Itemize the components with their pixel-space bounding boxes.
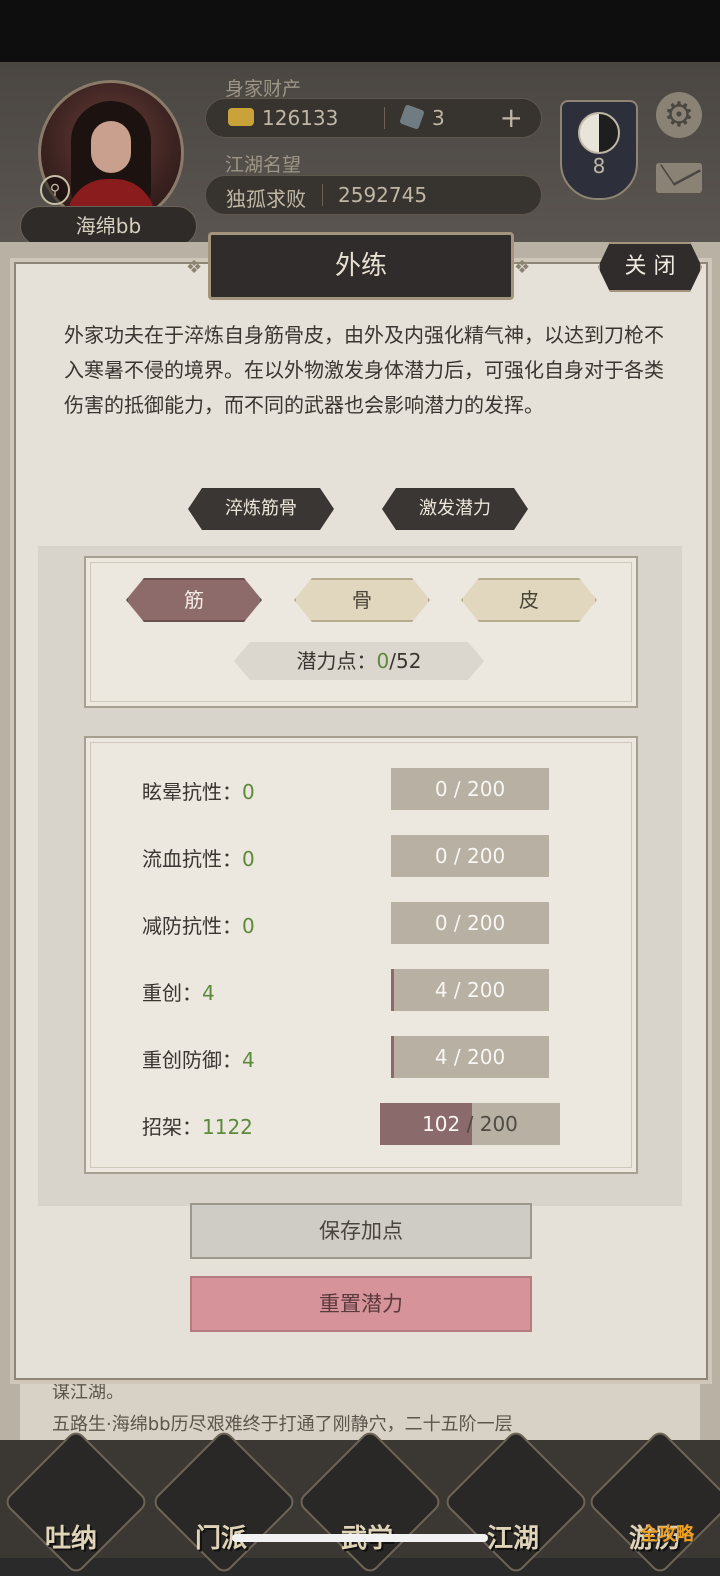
stat-label: 招架：1122: [142, 1111, 253, 1140]
stat-progress-bar: 0 / 200: [391, 768, 549, 810]
stat-label: 眩晕抗性：0: [142, 776, 255, 805]
divider: [384, 107, 385, 129]
stat-name: 重创：: [142, 981, 202, 1005]
stat-name: 招架：: [142, 1115, 202, 1139]
wealth-label: 身家财产: [225, 78, 302, 100]
stat-value: 0: [242, 780, 255, 804]
stat-current: 0: [434, 911, 448, 935]
stat-progress-text: 0 / 200: [435, 911, 505, 935]
add-currency-icon[interactable]: +: [500, 101, 523, 134]
gold-amount: 126133: [262, 106, 339, 130]
stat-max: / 200: [447, 1045, 506, 1069]
stat-progress-text: 4 / 200: [435, 1045, 505, 1069]
reset-potential-button[interactable]: 重置潜力: [190, 1276, 532, 1332]
stat-name: 流血抗性：: [142, 847, 242, 871]
segment-tab-jin[interactable]: 筋: [126, 578, 262, 622]
stat-value: 1122: [202, 1115, 253, 1139]
status-bar: [0, 0, 720, 62]
points-label: 潜力点：: [296, 649, 377, 673]
tab-potential[interactable]: 激发潜力: [382, 488, 528, 530]
watermark-logo: 全攻略: [640, 1524, 694, 1545]
stat-label: 重创：4: [142, 977, 215, 1006]
taiji-badge[interactable]: 8: [560, 100, 638, 200]
avatar-face: [91, 121, 131, 173]
stat-max: / 200: [447, 911, 506, 935]
stat-value: 0: [242, 914, 255, 938]
save-points-button[interactable]: 保存加点: [190, 1203, 532, 1259]
stat-current: 0: [434, 777, 448, 801]
stat-progress-bar: 4 / 200: [391, 1036, 549, 1078]
stat-value: 0: [242, 847, 255, 871]
stat-progress-text: 102 / 200: [422, 1112, 518, 1136]
stat-progress-bar: 0 / 200: [391, 835, 549, 877]
points-max: /52: [389, 649, 422, 673]
stat-value: 4: [202, 981, 215, 1005]
stat-value: 4: [242, 1048, 255, 1072]
stat-label: 流血抗性：0: [142, 843, 255, 872]
taiji-icon: [578, 112, 620, 154]
segment-tab-pi[interactable]: 皮: [461, 578, 597, 622]
gear-icon[interactable]: ⚙: [656, 92, 702, 138]
stat-label: 重创防御：4: [142, 1044, 255, 1073]
stat-current: 102: [422, 1112, 461, 1136]
lock-icon: ⚲: [40, 175, 70, 205]
home-indicator: [232, 1534, 488, 1542]
stat-progress-text: 0 / 200: [435, 777, 505, 801]
points-current: 0: [376, 649, 390, 673]
player-name: 海绵bb: [20, 206, 197, 246]
gem-icon: [399, 104, 425, 130]
rank-title: 独孤求败: [226, 187, 306, 211]
stat-current: 4: [434, 978, 448, 1002]
fame-label: 江湖名望: [225, 154, 302, 176]
stat-name: 眩晕抗性：: [142, 780, 242, 804]
stat-max: / 200: [447, 844, 506, 868]
ornament-icon: ❖: [186, 257, 203, 278]
stat-progress-bar: 102 / 200: [380, 1103, 560, 1145]
stat-label: 减防抗性：0: [142, 910, 255, 939]
fame-bar: 独孤求败 2592745: [205, 175, 542, 215]
event-log: 谋江湖。 五路生·海绵bb历尽艰难终于打通了刚静穴，二十五阶一层: [20, 1372, 700, 1442]
log-line: 谋江湖。: [52, 1382, 124, 1403]
stat-current: 0: [434, 844, 448, 868]
stat-current: 4: [434, 1045, 448, 1069]
wealth-bar: 126133 3 +: [205, 98, 542, 138]
stat-progress-text: 0 / 200: [435, 844, 505, 868]
ornament-icon: ❖: [514, 257, 531, 278]
segment-tab-gu[interactable]: 骨: [294, 578, 430, 622]
description-text: 外家功夫在于淬炼自身筋骨皮，由外及内强化精气神，以达到刀枪不入寒暑不侵的境界。在…: [64, 323, 664, 417]
stat-max: / 200: [447, 978, 506, 1002]
modal-title: 外练: [208, 232, 514, 300]
fame-value: 2592745: [338, 183, 428, 207]
stat-name: 重创防御：: [142, 1048, 242, 1072]
nav-label: 吐纳: [44, 1524, 97, 1554]
stat-progress-fill: [391, 1036, 395, 1078]
mail-icon[interactable]: [656, 163, 702, 193]
stat-max: / 200: [460, 1112, 518, 1136]
stat-max: / 200: [447, 777, 506, 801]
gold-icon: [228, 108, 254, 126]
stat-progress-text: 4 / 200: [435, 978, 505, 1002]
close-button[interactable]: 关 闭: [598, 242, 702, 292]
gem-amount: 3: [432, 106, 445, 130]
stat-progress-bar: 0 / 200: [391, 902, 549, 944]
potential-points: 潜力点：0/52: [234, 642, 484, 680]
tab-temper[interactable]: 淬炼筋骨: [188, 488, 334, 530]
stat-name: 减防抗性：: [142, 914, 242, 938]
divider: [322, 184, 323, 206]
stat-progress-bar: 4 / 200: [391, 969, 549, 1011]
taiji-level: 8: [592, 154, 606, 178]
stat-progress-fill: [391, 969, 395, 1011]
